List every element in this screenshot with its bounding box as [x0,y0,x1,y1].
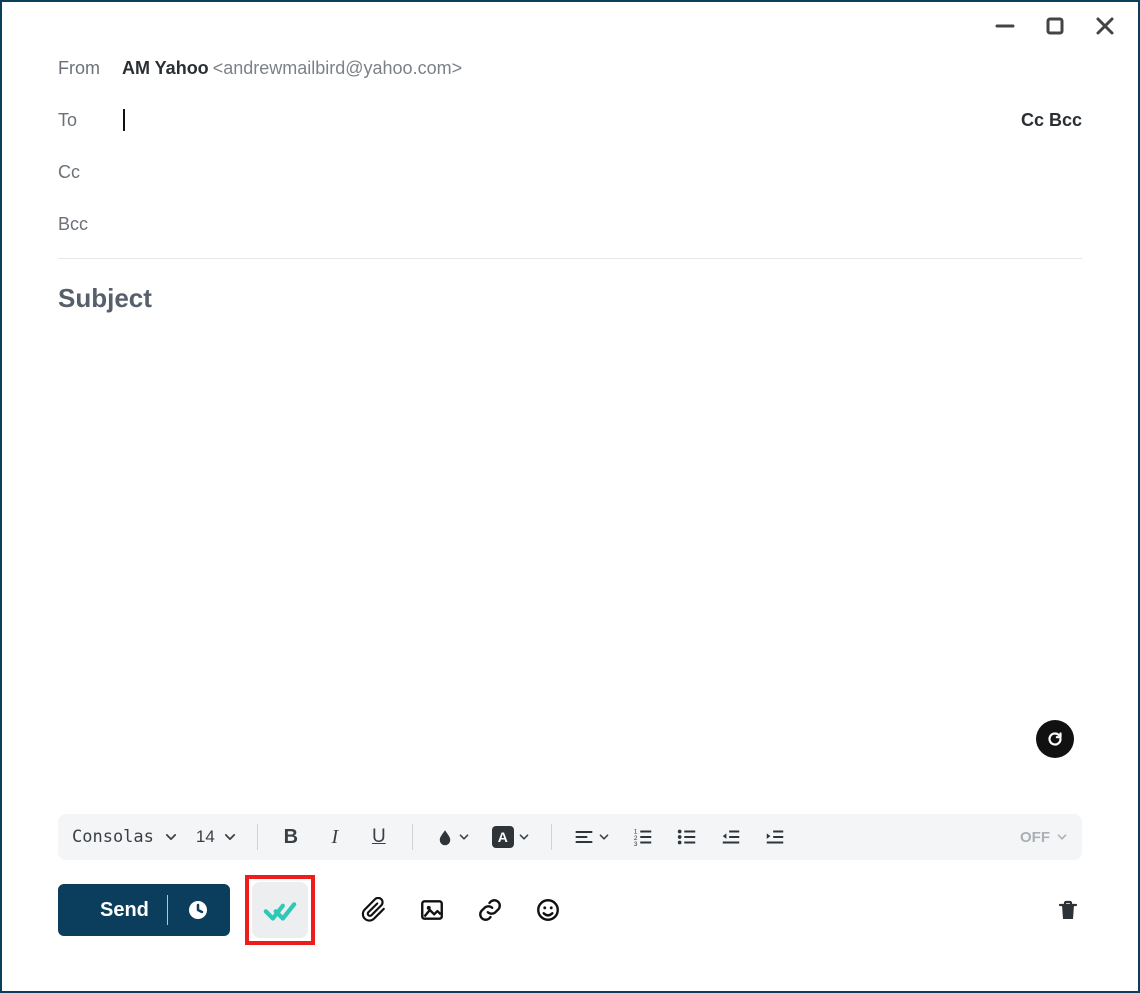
formatting-off-toggle[interactable]: OFF [1020,829,1068,846]
compose-window: From AM Yahoo <andrewmailbird@yahoo.com>… [0,0,1140,993]
cc-bcc-toggle[interactable]: Cc Bcc [1021,110,1082,131]
send-separator [167,895,168,925]
text-color-button[interactable] [433,824,473,850]
ordered-list-icon: 123 [632,826,654,848]
send-label: Send [100,899,149,922]
read-receipt-button[interactable] [252,882,308,938]
insert-image-button[interactable] [417,895,447,925]
window-minimize-button[interactable] [994,15,1016,37]
emoji-icon [535,897,561,923]
compose-content: From AM Yahoo <andrewmailbird@yahoo.com>… [2,42,1138,747]
separator [551,824,552,850]
outdent-button[interactable] [718,824,744,850]
chevron-down-icon [458,831,470,843]
off-label: OFF [1020,829,1050,846]
link-icon [477,897,503,923]
attach-button[interactable] [359,895,389,925]
discard-button[interactable] [1054,896,1082,924]
grammarly-icon [1044,728,1066,750]
header-divider [58,258,1082,259]
emoji-button[interactable] [533,895,563,925]
to-label: To [58,110,122,131]
format-toolbar: Consolas 14 B I U A 123 [58,814,1082,860]
font-size-select[interactable]: 14 [196,827,237,847]
highlight-color-button[interactable]: A [491,824,531,850]
from-row[interactable]: From AM Yahoo <andrewmailbird@yahoo.com> [58,42,1082,94]
font-size-value: 14 [196,827,215,847]
italic-button[interactable]: I [322,824,348,850]
unordered-list-icon [676,826,698,848]
tracking-highlight [245,875,315,945]
from-account-name: AM Yahoo [122,58,209,79]
window-close-button[interactable] [1094,15,1116,37]
action-bar: Send [58,882,1082,938]
cc-row: Cc [58,146,1082,198]
chevron-down-icon [1056,831,1068,843]
bcc-input[interactable] [122,210,1082,238]
bcc-row: Bcc [58,198,1082,250]
align-button[interactable] [572,824,612,850]
to-input[interactable] [125,106,1021,134]
image-icon [419,897,445,923]
trash-icon [1056,898,1080,922]
font-family-value: Consolas [72,827,154,847]
svg-text:3: 3 [634,841,638,848]
separator [412,824,413,850]
insert-link-button[interactable] [475,895,505,925]
schedule-send-icon [186,898,210,922]
from-account-email: <andrewmailbird@yahoo.com> [213,58,462,79]
bold-button[interactable]: B [278,824,304,850]
grammarly-badge[interactable] [1036,720,1074,758]
chevron-down-icon [518,831,530,843]
from-label: From [58,58,122,79]
send-button[interactable]: Send [58,884,230,936]
paperclip-icon [361,897,387,923]
cc-label: Cc [58,162,122,183]
separator [257,824,258,850]
chevron-down-icon [598,831,610,843]
cc-input[interactable] [122,158,1082,186]
window-maximize-button[interactable] [1044,15,1066,37]
to-row: To Cc Bcc [58,94,1082,146]
font-family-select[interactable]: Consolas [72,827,178,847]
message-body[interactable] [58,322,1082,742]
drop-icon [436,828,454,846]
indent-icon [764,826,786,848]
align-left-icon [574,827,594,847]
indent-button[interactable] [762,824,788,850]
ordered-list-button[interactable]: 123 [630,824,656,850]
window-titlebar [2,2,1138,42]
highlight-letter: A [492,826,514,848]
subject-input[interactable] [58,279,1082,322]
bcc-label: Bcc [58,214,122,235]
unordered-list-button[interactable] [674,824,700,850]
maximize-icon [1045,16,1065,36]
chevron-down-icon [164,830,178,844]
outdent-icon [720,826,742,848]
minimize-icon [995,16,1015,36]
double-check-icon [263,893,297,927]
underline-button[interactable]: U [366,824,392,850]
chevron-down-icon [223,830,237,844]
close-icon [1095,16,1115,36]
